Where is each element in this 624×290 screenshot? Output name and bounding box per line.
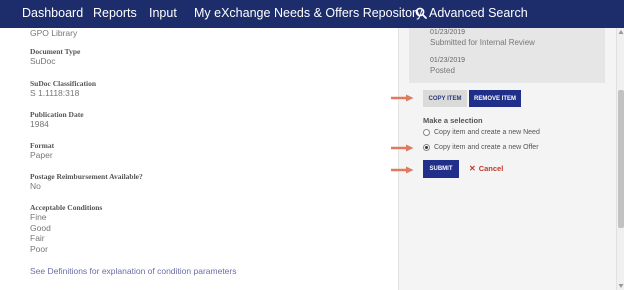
radio-button[interactable]	[423, 129, 430, 136]
annotation-arrow-icon	[391, 166, 414, 174]
option-copy-need[interactable]: Copy item and create a new Need	[423, 129, 540, 136]
cancel-label: Cancel	[478, 164, 504, 173]
radio-button-checked[interactable]	[423, 144, 430, 151]
status-history: 01/23/2019 Submitted for Internal Review…	[409, 28, 605, 83]
option-copy-offer[interactable]: Copy item and create a new Offer	[423, 144, 539, 151]
scroll-up-icon[interactable]	[618, 29, 624, 35]
nav-input[interactable]: Input	[149, 6, 177, 20]
sudoc-field: SuDoc Classification S 1.1118:318	[30, 79, 96, 99]
nav-advanced-search[interactable]: Advanced Search	[429, 6, 528, 20]
condition-item: Fine	[30, 212, 47, 222]
condition-item: Poor	[30, 243, 48, 254]
history-date: 01/23/2019	[430, 57, 466, 64]
library-field: GPO Library	[30, 28, 77, 39]
nav-my-exchange[interactable]: My eXchange	[194, 6, 270, 20]
condition-item: Good	[30, 222, 51, 233]
history-date: 01/23/2019	[430, 29, 466, 36]
document-type-field: Document Type SuDoc	[30, 47, 80, 67]
scrollbar[interactable]	[616, 28, 624, 290]
remove-item-button[interactable]: REMOVE ITEM	[469, 90, 521, 107]
annotation-arrow-icon	[391, 94, 414, 102]
top-nav: Dashboard Reports Input My eXchange Need…	[0, 0, 624, 28]
format-field: Format Paper	[30, 141, 54, 161]
conditions-field: Acceptable Conditions Fine Good Fair Poo…	[30, 203, 102, 254]
copy-item-button[interactable]: COPY ITEM	[423, 90, 467, 107]
history-status: Submitted for Internal Review	[430, 38, 535, 47]
cancel-button[interactable]: ✕ Cancel	[469, 164, 503, 173]
postage-value: No	[30, 181, 41, 191]
sudoc-label: SuDoc Classification	[30, 79, 97, 88]
format-value: Paper	[30, 150, 53, 160]
scroll-down-icon[interactable]	[618, 283, 624, 289]
search-icon[interactable]	[415, 7, 427, 19]
condition-item: Fair	[30, 233, 45, 243]
postage-label: Postage Reimbursement Available?	[30, 172, 143, 181]
document-type-label: Document Type	[30, 47, 81, 56]
nav-dashboard[interactable]: Dashboard	[22, 6, 83, 20]
publication-date-value: 1984	[30, 119, 49, 129]
option-label: Copy item and create a new Need	[434, 129, 540, 136]
scrollbar-thumb[interactable]	[618, 90, 624, 228]
definitions-link[interactable]: See Definitions for explanation of condi…	[30, 266, 236, 276]
format-label: Format	[30, 141, 55, 150]
close-icon: ✕	[469, 164, 476, 173]
submit-button[interactable]: SUBMIT	[423, 160, 459, 178]
action-panel: 01/23/2019 Submitted for Internal Review…	[398, 28, 616, 290]
make-selection-heading: Make a selection	[423, 116, 483, 125]
library-value: GPO Library	[30, 28, 78, 38]
history-status: Posted	[430, 66, 455, 75]
conditions-label: Acceptable Conditions	[30, 203, 103, 212]
annotation-arrow-icon	[391, 144, 414, 152]
publication-date-field: Publication Date 1984	[30, 110, 84, 130]
nav-needs-offers-repository[interactable]: Needs & Offers Repository	[274, 6, 422, 20]
publication-date-label: Publication Date	[30, 110, 84, 119]
sudoc-value: S 1.1118:318	[30, 88, 80, 98]
postage-field: Postage Reimbursement Available? No	[30, 172, 143, 192]
option-label: Copy item and create a new Offer	[434, 144, 539, 151]
nav-reports[interactable]: Reports	[93, 6, 137, 20]
item-details: GPO Library Document Type SuDoc SuDoc Cl…	[0, 28, 398, 290]
document-type-value: SuDoc	[30, 56, 56, 66]
